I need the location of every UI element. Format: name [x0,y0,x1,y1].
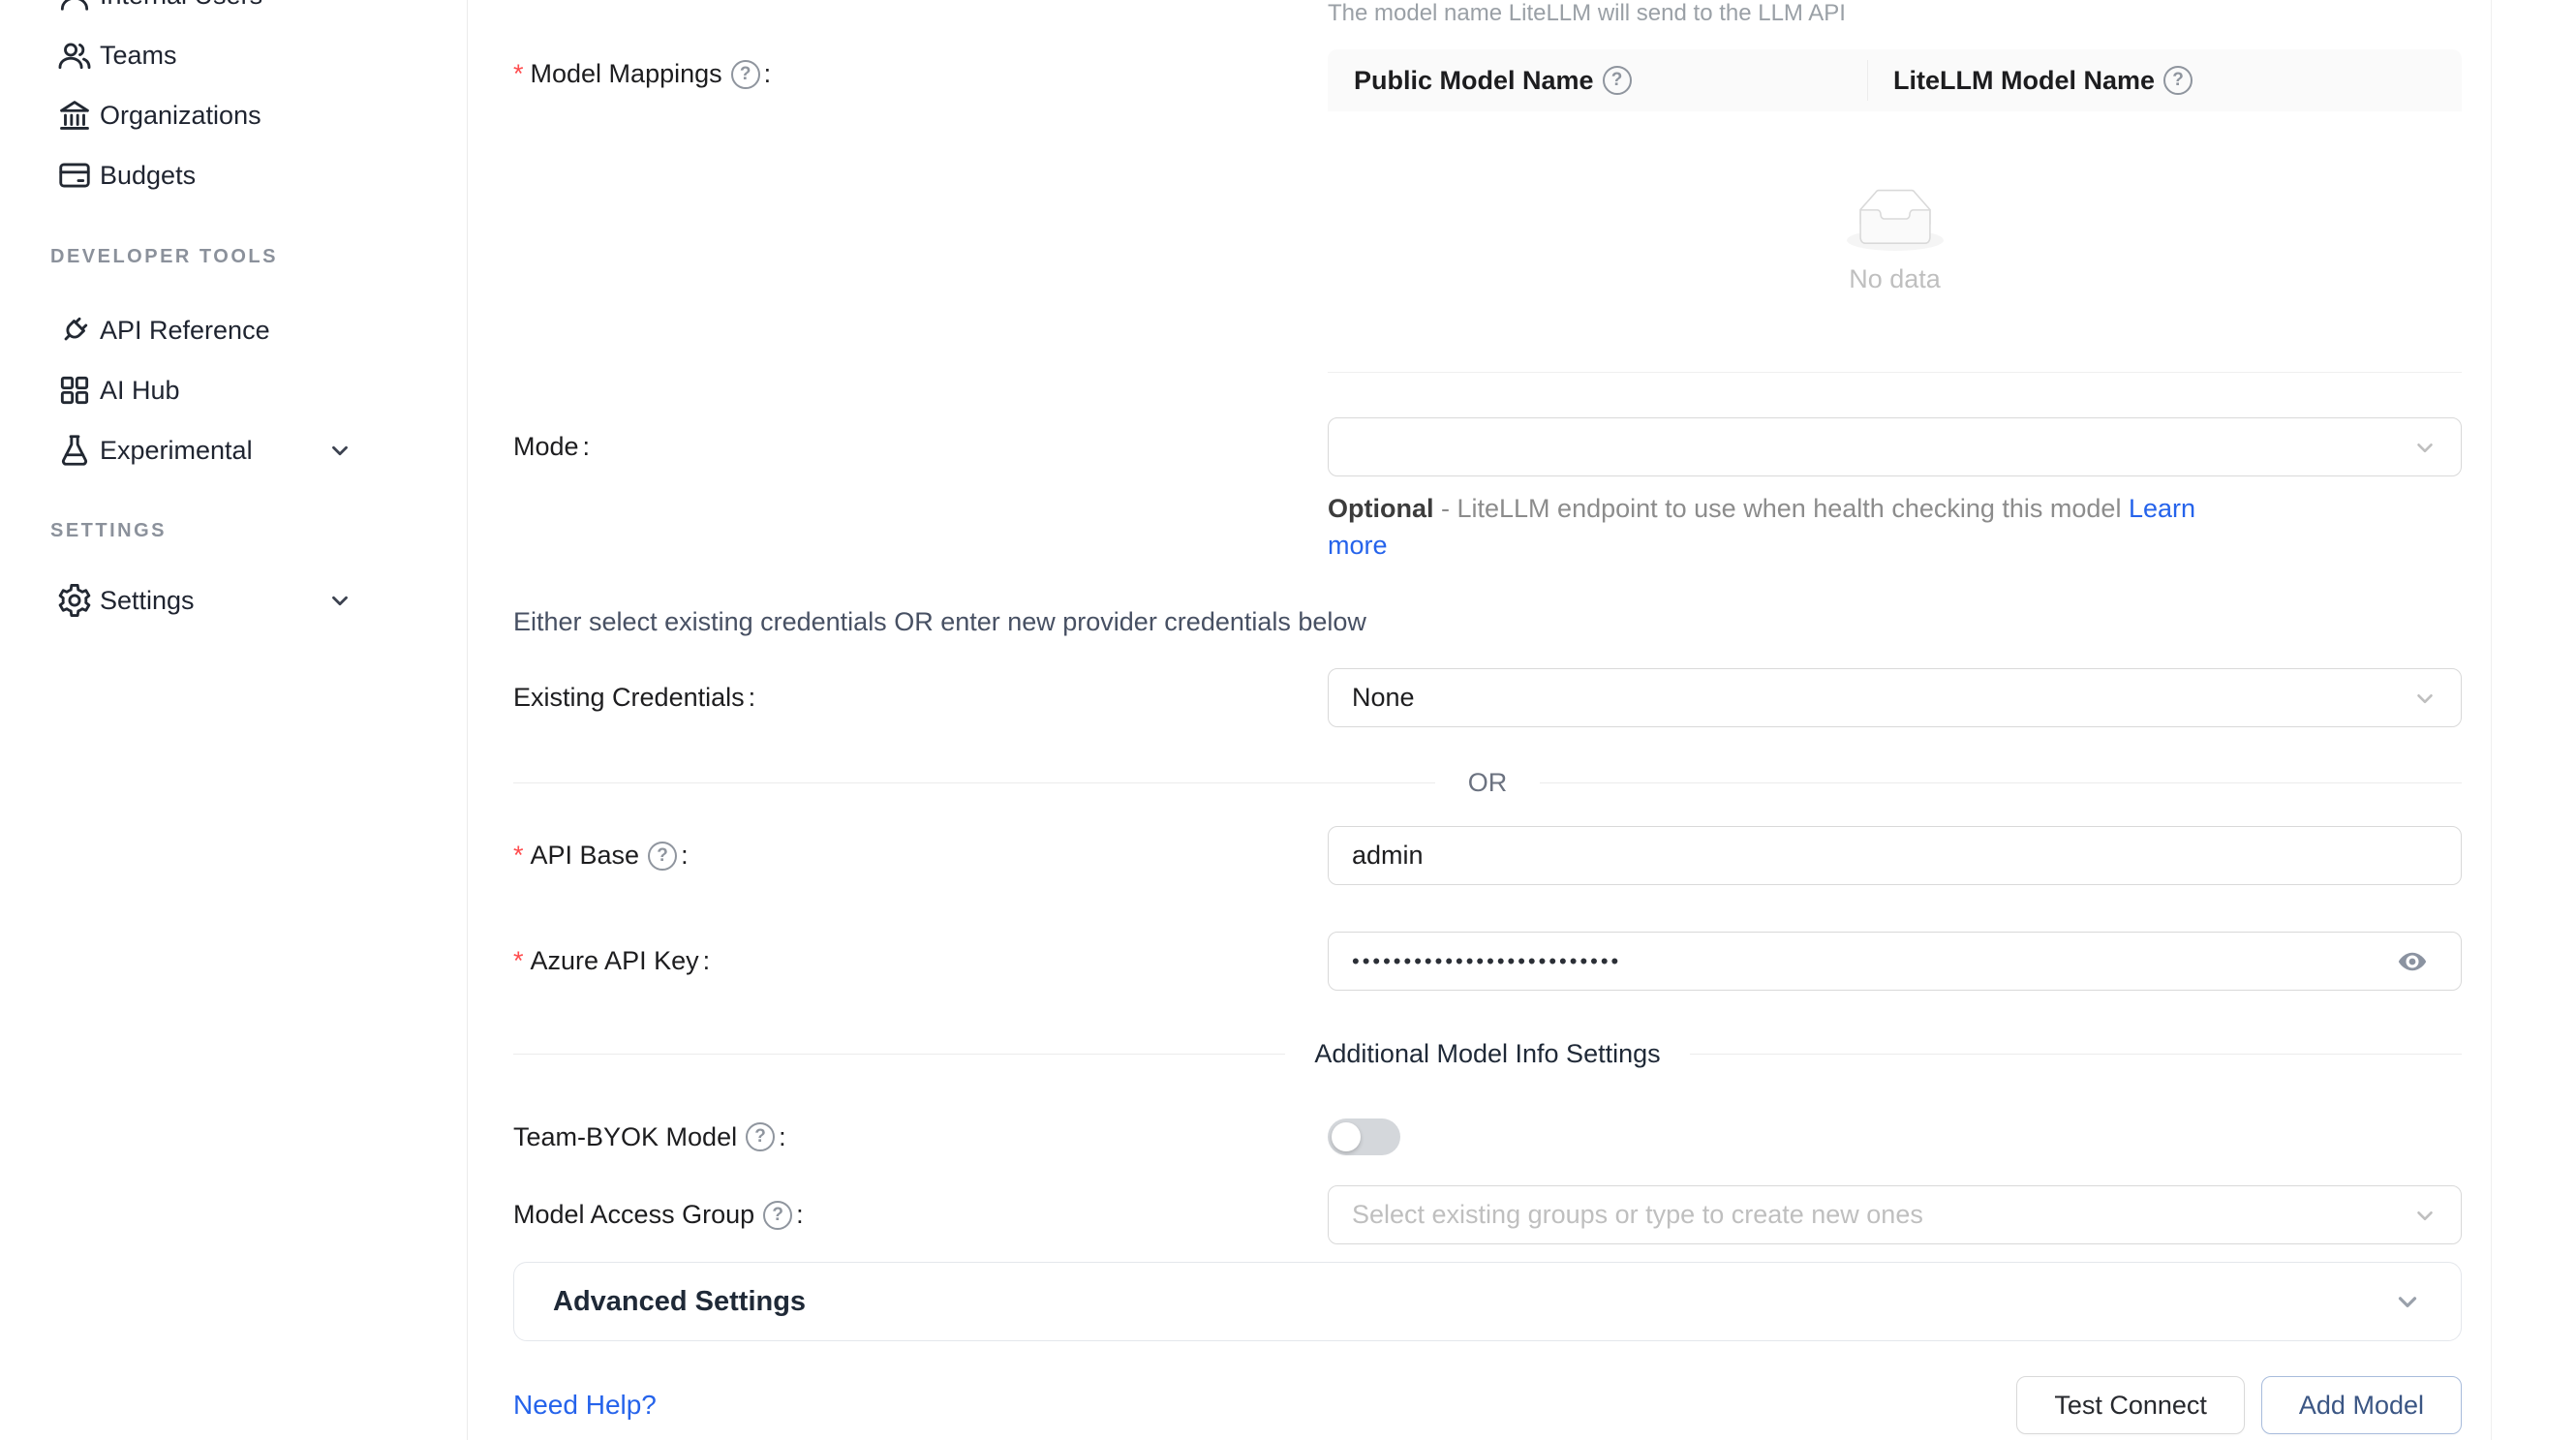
sidebar-item-settings[interactable]: Settings [0,570,467,630]
model-access-group-row: Model Access Group ? : Select existing g… [513,1185,2462,1244]
model-name-help-text: The model name LiteLLM will send to the … [1328,2,2462,25]
api-base-label: * API Base ? : [513,841,1328,871]
mode-label: Mode : [513,432,1328,462]
help-icon[interactable]: ? [1603,66,1632,95]
chevron-down-icon [327,588,353,613]
model-access-group-label: Model Access Group ? : [513,1200,1328,1230]
sidebar-section-settings: SETTINGS [0,517,467,544]
sidebar-item-label: Organizations [100,101,261,131]
column-header-public-model-name: Public Model Name ? [1328,66,1867,96]
existing-credentials-row: Existing Credentials : None [513,668,2462,727]
or-divider: OR [513,758,2462,807]
azure-api-key-row: * Azure API Key : ••••••••••••••••••••••… [513,932,2462,991]
bank-icon [55,96,94,135]
advanced-settings-title: Advanced Settings [553,1286,806,1318]
sidebar-item-teams[interactable]: Teams [0,25,467,85]
model-access-group-placeholder: Select existing groups or type to create… [1352,1200,1923,1230]
chevron-down-icon [327,438,353,463]
help-icon[interactable]: ? [746,1122,775,1151]
mode-select[interactable] [1328,417,2462,476]
plug-icon [55,311,94,350]
column-header-litellm-model-name: LiteLLM Model Name ? [1867,66,2193,96]
additional-info-divider: Additional Model Info Settings [513,1029,2462,1078]
sidebar-item-label: Budgets [100,161,196,191]
sidebar-item-api-reference[interactable]: API Reference [0,300,467,360]
column-separator [1867,60,1868,101]
mode-extra-help: Optional - LiteLLM endpoint to use when … [1328,490,2238,564]
help-icon[interactable]: ? [648,842,677,871]
team-byok-label: Team-BYOK Model ? : [513,1122,1328,1152]
test-connect-button[interactable]: Test Connect [2016,1376,2245,1434]
toggle-knob [1332,1122,1361,1151]
sidebar-item-label: Experimental [100,436,253,466]
azure-api-key-input[interactable]: •••••••••••••••••••••••••• [1328,932,2462,991]
optional-badge-text: Optional [1328,494,1434,523]
azure-api-key-label: * Azure API Key : [513,946,1328,976]
user-icon [55,0,94,15]
required-mark: * [513,59,524,89]
help-icon[interactable]: ? [763,1201,792,1230]
form-footer: Need Help? Test Connect Add Model [513,1376,2462,1434]
sidebar-item-label: API Reference [100,316,270,346]
gear-icon [55,581,94,620]
app-window: Internal Users Teams Organizations Budge… [0,0,2576,1440]
model-mappings-label: * Model Mappings ? : [513,49,1328,89]
sidebar-item-label: Teams [100,41,177,71]
sidebar-item-label: Internal Users [100,0,262,11]
add-model-form: The model name LiteLLM will send to the … [468,0,2492,1440]
chevron-down-icon [2412,686,2438,711]
chevron-down-icon [2412,435,2438,460]
sidebar-item-experimental[interactable]: Experimental [0,420,467,480]
no-data-text: No data [1849,264,1941,294]
chevron-down-icon [2393,1287,2422,1316]
sidebar-nav-list: Internal Users Teams Organizations Budge… [0,0,467,630]
sidebar-item-internal-users[interactable]: Internal Users [0,0,467,25]
flask-icon [55,431,94,470]
sidebar-item-organizations[interactable]: Organizations [0,85,467,145]
help-icon[interactable]: ? [731,60,760,89]
masked-password-value: •••••••••••••••••••••••••• [1352,932,1621,991]
chevron-down-icon [2412,1203,2438,1228]
existing-credentials-label: Existing Credentials : [513,683,1328,713]
model-mappings-table: Public Model Name ? LiteLLM Model Name ?… [1328,49,2462,373]
model-mappings-row: * Model Mappings ? : Public Model Name ?… [513,49,2462,373]
users-icon [55,36,94,75]
sidebar-item-ai-hub[interactable]: AI Hub [0,360,467,420]
sidebar-section-developer-tools: DEVELOPER TOOLS [0,243,467,270]
model-access-group-select[interactable]: Select existing groups or type to create… [1328,1185,2462,1244]
api-base-row: * API Base ? : admin [513,826,2462,885]
empty-inbox-icon [1847,189,1944,251]
right-gutter [2492,0,2576,1440]
existing-credentials-value: None [1352,683,1415,713]
sidebar: Internal Users Teams Organizations Budge… [0,0,468,1440]
team-byok-row: Team-BYOK Model ? : [513,1118,2462,1155]
add-model-button[interactable]: Add Model [2261,1376,2462,1434]
sidebar-item-label: Settings [100,586,195,616]
required-mark: * [513,841,524,871]
credentials-note: Either select existing credentials OR en… [513,608,2462,635]
existing-credentials-select[interactable]: None [1328,668,2462,727]
grid-icon [55,371,94,410]
help-icon[interactable]: ? [2163,66,2193,95]
advanced-settings-panel[interactable]: Advanced Settings [513,1262,2462,1341]
table-empty-state: No data [1328,111,2462,373]
mode-row: Mode : [513,417,2462,476]
api-base-input[interactable]: admin [1328,826,2462,885]
need-help-link[interactable]: Need Help? [513,1390,657,1421]
sidebar-item-label: AI Hub [100,376,180,406]
eye-icon[interactable] [2387,942,2438,981]
api-base-value: admin [1352,841,1424,871]
team-byok-toggle[interactable] [1328,1118,1400,1155]
required-mark: * [513,946,524,976]
sidebar-item-budgets[interactable]: Budgets [0,145,467,205]
credit-card-icon [55,156,94,195]
table-header-row: Public Model Name ? LiteLLM Model Name ? [1328,49,2462,111]
